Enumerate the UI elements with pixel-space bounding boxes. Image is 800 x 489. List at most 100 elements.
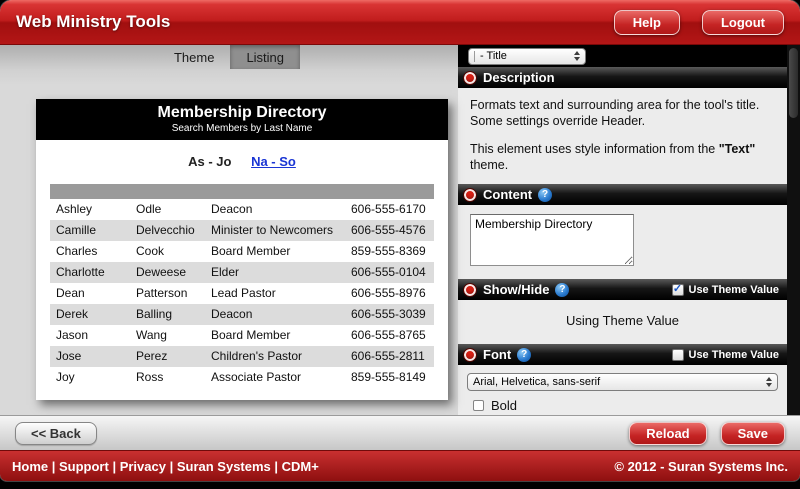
footer-link[interactable]: Support [59,459,109,474]
help-button[interactable]: Help [614,10,680,35]
footer-link[interactable]: Suran Systems [177,459,271,474]
reload-button[interactable]: Reload [629,422,706,445]
description-section-title: Description [483,70,555,85]
description-paragraph: This element uses style information from… [470,141,775,173]
font-style-option[interactable]: Bold [473,398,778,413]
preview-pane: Theme Listing Membership Directory Searc… [0,45,458,415]
showhide-body-text: Using Theme Value [458,300,787,344]
content-textarea[interactable]: Membership Directory [470,214,634,266]
table-cell: Lead Pastor [205,283,345,304]
table-cell: Balling [130,304,205,325]
table-cell: Dean [50,283,130,304]
table-cell: 606-555-6170 [345,199,434,220]
table-cell: Cook [130,241,205,262]
table-cell: 606-555-2811 [345,346,434,367]
select-divider [474,51,475,62]
theme-name-bold: "Text" [719,142,756,156]
footer-link[interactable]: Home [12,459,48,474]
select-stepper-icon [568,51,580,61]
table-cell: Perez [130,346,205,367]
back-button[interactable]: << Back [15,422,97,445]
logout-button[interactable]: Logout [702,10,784,35]
table-cell: Associate Pastor [205,367,345,388]
alpha-range-link[interactable]: Na - So [251,154,296,169]
app-title: Web Ministry Tools [16,12,170,32]
font-style-options: BoldItalic [467,398,778,415]
table-row: JosePerezChildren's Pastor606-555-2811 [50,346,434,367]
directory-table-body: AshleyOdleDeacon606-555-6170CamilleDelve… [50,199,434,388]
footer-link[interactable]: Privacy [120,459,166,474]
directory-header: Membership Directory Search Members by L… [36,99,448,140]
select-stepper-icon [760,377,772,387]
help-icon[interactable]: ? [555,283,569,297]
bottom-bar: << Back Reload Save [0,415,800,450]
directory-subtitle: Search Members by Last Name [36,123,448,134]
scrollbar-thumb[interactable] [789,48,798,118]
element-select[interactable]: - Title [468,48,586,65]
font-family-select-value: Arial, Helvetica, sans-serif [473,376,600,388]
use-theme-checkbox[interactable]: ✓ [672,284,684,296]
font-family-select[interactable]: Arial, Helvetica, sans-serif [467,373,778,391]
help-icon[interactable]: ? [517,348,531,362]
tab-theme[interactable]: Theme [158,45,230,69]
style-checkbox[interactable] [473,400,484,411]
table-cell: Minister to Newcomers [205,220,345,241]
table-cell: Jason [50,325,130,346]
description-section-header: Description [458,67,787,88]
bullseye-icon [463,71,477,85]
app-window: Web Ministry Tools Help Logout Theme Lis… [0,0,800,481]
table-row: CharlesCookBoard Member859-555-8369 [50,241,434,262]
use-theme-checkbox[interactable] [672,349,684,361]
tab-bar: Theme Listing [0,45,458,69]
element-select-value: - Title [480,50,507,62]
table-cell: Odle [130,199,205,220]
content-body: Membership Directory [458,205,787,279]
directory-title: Membership Directory [36,104,448,122]
table-cell: 859-555-8149 [345,367,434,388]
directory-table: AshleyOdleDeacon606-555-6170CamilleDelve… [50,199,434,388]
title-bar: Web Ministry Tools Help Logout [0,0,800,45]
use-theme-label: Use Theme Value [689,284,780,296]
table-row: DeanPattersonLead Pastor606-555-8976 [50,283,434,304]
preview-area: Membership Directory Search Members by L… [0,69,458,415]
table-cell: 606-555-8976 [345,283,434,304]
table-cell: Elder [205,262,345,283]
table-cell: Deacon [205,304,345,325]
table-cell: Children's Pastor [205,346,345,367]
table-cell: Derek [50,304,130,325]
scrollbar[interactable] [787,45,800,415]
table-cell: Deweese [130,262,205,283]
table-cell: Wang [130,325,205,346]
table-cell: Jose [50,346,130,367]
table-row: DerekBallingDeacon606-555-3039 [50,304,434,325]
table-row: CamilleDelvecchioMinister to Newcomers60… [50,220,434,241]
table-cell: Ashley [50,199,130,220]
footer-copyright: © 2012 - Suran Systems Inc. [614,459,788,474]
content-section-title: Content [483,187,532,202]
table-cell: Patterson [130,283,205,304]
style-checkbox-label: Bold [491,398,517,413]
footer-link[interactable]: CDM+ [282,459,319,474]
showhide-section-header: Show/Hide ? ✓ Use Theme Value [458,279,787,300]
description-paragraph: Formats text and surrounding area for th… [470,97,775,129]
description-body: Formats text and surrounding area for th… [458,88,787,184]
help-icon[interactable]: ? [538,188,552,202]
tab-listing[interactable]: Listing [230,45,300,69]
table-cell: 606-555-3039 [345,304,434,325]
table-cell: 606-555-0104 [345,262,434,283]
bullseye-icon [463,348,477,362]
table-cell: Joy [50,367,130,388]
table-cell: Ross [130,367,205,388]
table-cell: Camille [50,220,130,241]
table-cell: 606-555-4576 [345,220,434,241]
table-cell: 606-555-8765 [345,325,434,346]
table-cell: Delvecchio [130,220,205,241]
save-button[interactable]: Save [721,422,785,445]
table-row: JoyRossAssociate Pastor859-555-8149 [50,367,434,388]
table-row: JasonWangBoard Member606-555-8765 [50,325,434,346]
footer: Home | Support | Privacy | Suran Systems… [0,450,800,481]
main-area: Theme Listing Membership Directory Searc… [0,45,800,415]
directory-preview-card: Membership Directory Search Members by L… [36,99,448,400]
table-header-bar [50,184,434,199]
table-cell: Deacon [205,199,345,220]
